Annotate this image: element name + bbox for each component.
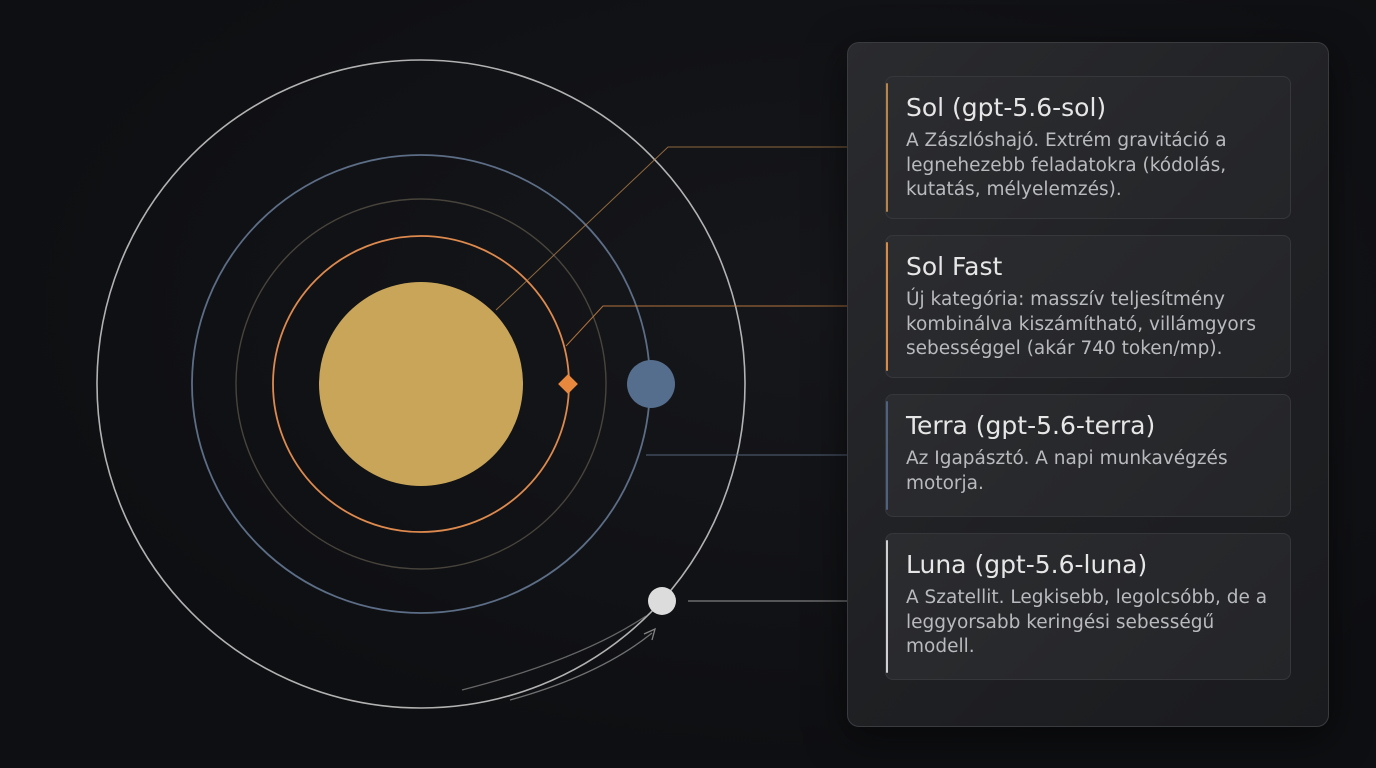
card-sol-description: A Zászlóshajó. Extrém gravitáció a legne… [906,130,1227,200]
card-luna: Luna (gpt-5.6-luna) A Szatellit. Legkise… [885,533,1291,680]
sol-sun [319,282,523,486]
sol-connector [495,146,885,311]
card-terra-description: Az Igapásztó. A napi munkavégzés motorja… [906,448,1228,494]
sol-fast-marker [558,374,578,394]
card-luna-title: Luna (gpt-5.6-luna) [906,550,1148,579]
card-sol-title: Sol (gpt-5.6-sol) [906,93,1107,122]
card-luna-description: A Szatellit. Legkisebb, legolcsóbb, de a… [906,587,1268,657]
sol-fast-connector [565,305,885,347]
card-sol: Sol (gpt-5.6-sol) A Zászlóshajó. Extrém … [885,76,1291,219]
card-terra-title: Terra (gpt-5.6-terra) [906,411,1156,440]
card-sol-fast-title: Sol Fast [906,252,1003,281]
terra-planet [627,360,675,408]
solar-system-diagram: Sol (gpt-5.6-sol) A Zászlóshajó. Extrém … [0,0,1376,768]
card-terra: Terra (gpt-5.6-terra) Az Igapásztó. A na… [885,394,1291,517]
card-sol-fast-description: Új kategória: masszív teljesítmény kombi… [906,289,1256,359]
luna-planet [648,587,676,615]
card-sol-fast: Sol Fast Új kategória: masszív teljesítm… [885,235,1291,378]
